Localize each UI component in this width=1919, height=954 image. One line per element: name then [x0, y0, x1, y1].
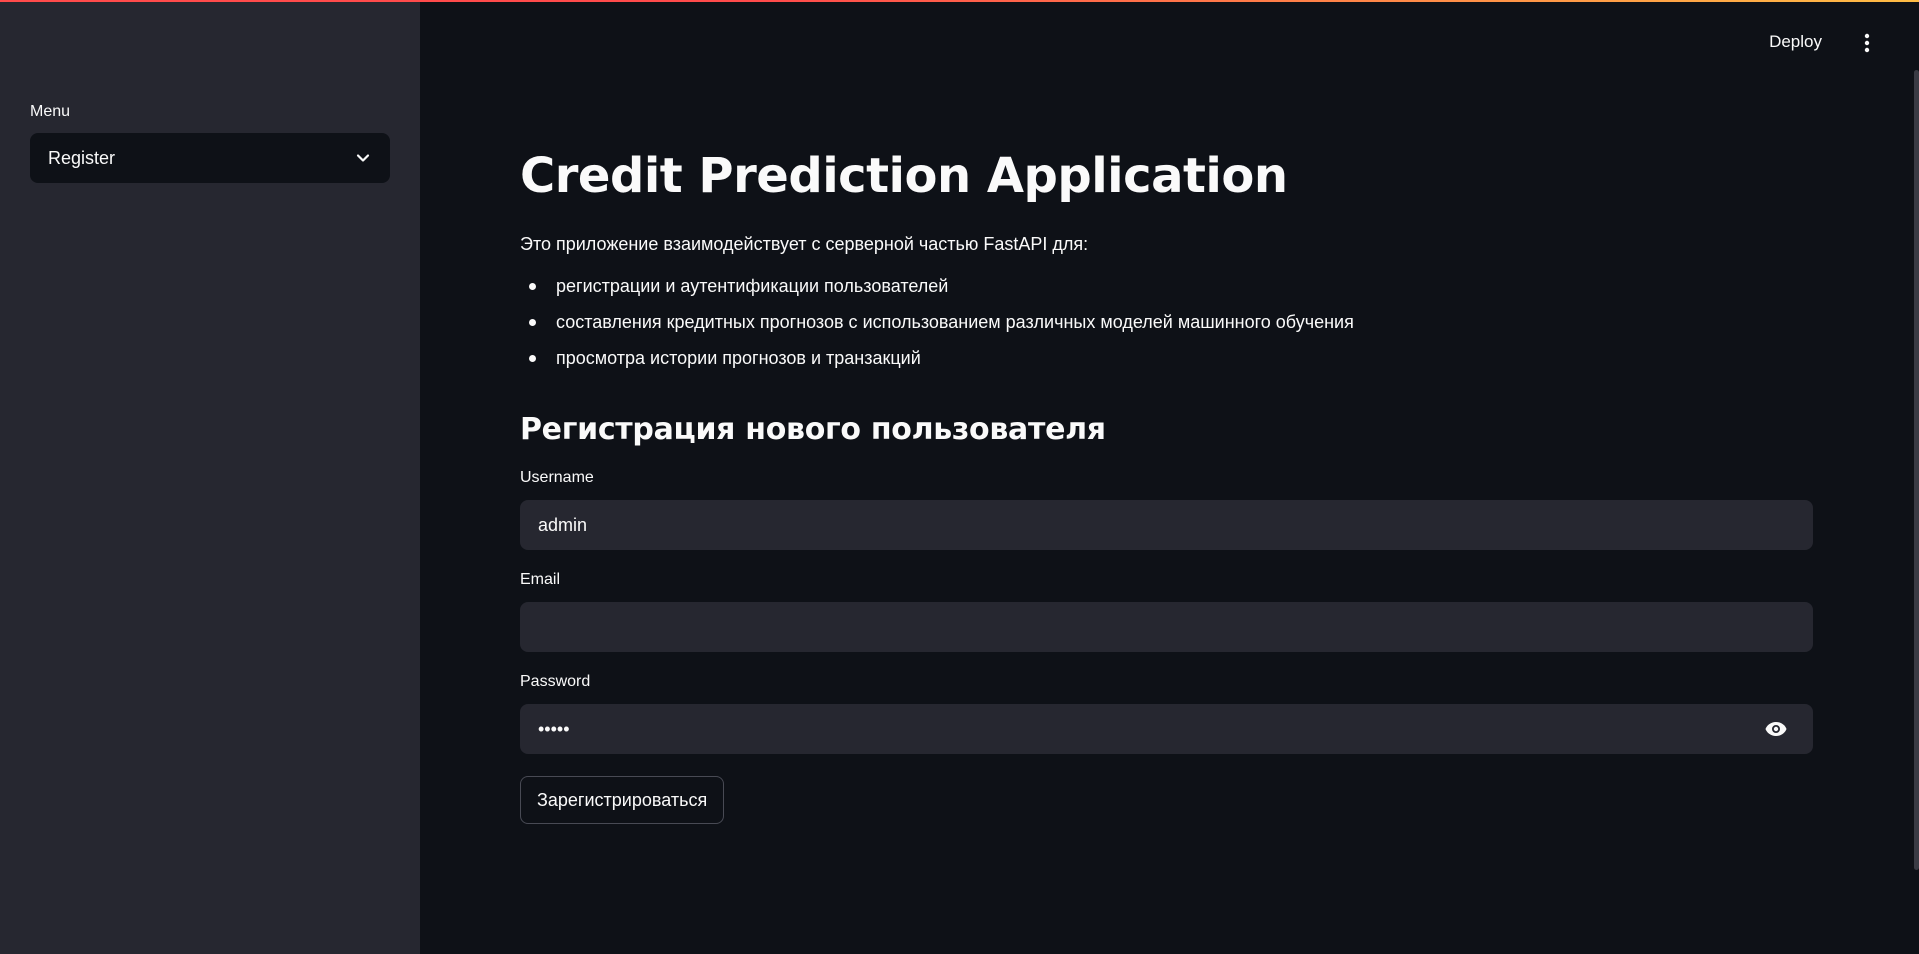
menu-select[interactable]: Register [30, 133, 390, 183]
feature-list: регистрации и аутентификации пользовател… [520, 272, 1813, 372]
username-field[interactable] [536, 513, 1797, 537]
eye-icon[interactable] [1763, 716, 1789, 742]
list-item: просмотра истории прогнозов и транзакций [529, 344, 1813, 372]
page-content: Credit Prediction Application Это прилож… [520, 140, 1813, 824]
password-field[interactable] [536, 717, 1763, 741]
email-field-container [520, 602, 1813, 652]
password-label: Password [520, 673, 591, 690]
intro-text: Это приложение взаимодействует с серверн… [520, 234, 1089, 254]
top-decoration-bar [0, 0, 1919, 2]
menu-label: Menu [30, 103, 71, 120]
username-field-container [520, 500, 1813, 550]
username-label: Username [520, 469, 594, 486]
form-title: Регистрация нового пользователя [520, 412, 1106, 447]
chevron-down-icon [354, 149, 372, 167]
deploy-button[interactable]: Deploy [1769, 32, 1822, 52]
sidebar: Menu Register [0, 0, 420, 954]
list-item: регистрации и аутентификации пользовател… [529, 272, 1813, 300]
email-label: Email [520, 571, 561, 588]
page-title: Credit Prediction Application [520, 148, 1288, 204]
vertical-ellipsis-icon[interactable] [1855, 30, 1879, 56]
list-item: составления кредитных прогнозов с исполь… [529, 308, 1813, 336]
scrollbar[interactable] [1914, 70, 1919, 870]
menu-select-value: Register [48, 147, 116, 168]
email-field[interactable] [536, 615, 1797, 639]
register-button[interactable]: Зарегистрироваться [520, 776, 725, 824]
password-field-container [520, 704, 1813, 754]
